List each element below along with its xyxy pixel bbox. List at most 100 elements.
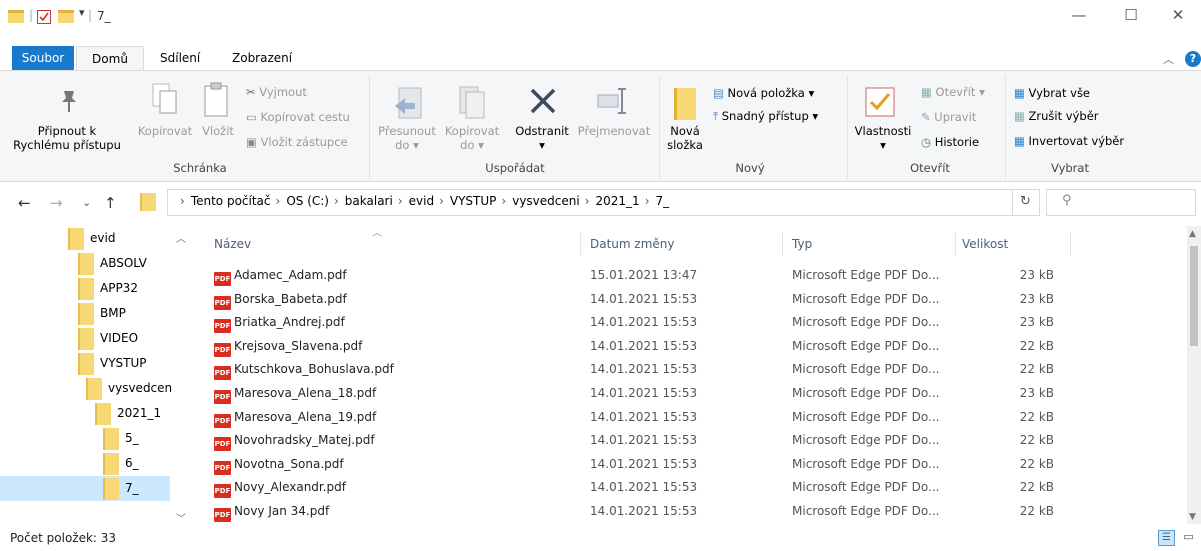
tab-soubor[interactable]: Soubor bbox=[12, 46, 74, 70]
file-name-cell: PDF Adamec_Adam.pdf bbox=[214, 263, 347, 287]
quick-access-dropdown-icon[interactable]: ▾ bbox=[79, 6, 85, 19]
nav-tree-item[interactable]: 6_ bbox=[0, 451, 170, 476]
minimize-button[interactable]: — bbox=[1056, 0, 1102, 30]
collapse-ribbon-icon[interactable]: ︿ bbox=[1163, 51, 1174, 67]
tab-domu[interactable]: Domů bbox=[76, 46, 144, 70]
nav-scroll-down-icon[interactable]: ﹀ bbox=[176, 510, 186, 525]
file-row[interactable]: PDF Adamec_Adam.pdf 15.01.2021 13:47 Micros… bbox=[210, 263, 1070, 287]
file-date: 14.01.2021 15:53 bbox=[590, 291, 698, 306]
cut-label: Vyjmout bbox=[259, 85, 307, 99]
copy-button[interactable]: Kopírovat bbox=[133, 124, 197, 138]
breadcrumb-separator-icon[interactable]: › bbox=[398, 194, 403, 208]
file-row[interactable]: PDF Borska_Babeta.pdf 14.01.2021 15:53 Micr… bbox=[210, 287, 1070, 311]
breadcrumb-item[interactable]: OS (C:) bbox=[286, 194, 329, 208]
edit-button[interactable]: ✎ Upravit bbox=[921, 108, 976, 126]
file-row[interactable]: PDF Novotna_Sona.pdf 14.01.2021 15:53 Micro… bbox=[210, 452, 1070, 476]
nav-tree-item[interactable]: 5_ bbox=[0, 426, 170, 451]
properties-quick-icon[interactable] bbox=[37, 10, 51, 24]
column-header-date[interactable]: Datum změny bbox=[590, 233, 675, 255]
column-divider[interactable] bbox=[782, 232, 783, 256]
breadcrumb-separator-icon[interactable]: › bbox=[439, 194, 444, 208]
paste-button[interactable]: Vložit bbox=[199, 124, 237, 138]
breadcrumb-item[interactable]: bakalari bbox=[345, 194, 393, 208]
column-divider[interactable] bbox=[1070, 232, 1071, 256]
back-button[interactable]: ← bbox=[18, 194, 31, 212]
history-button[interactable]: ◷ Historie bbox=[921, 133, 979, 151]
breadcrumb-item[interactable]: Tento počítač bbox=[191, 194, 271, 208]
breadcrumb-item[interactable]: 7_ bbox=[656, 194, 670, 208]
breadcrumb-separator-icon[interactable]: › bbox=[645, 194, 650, 208]
new-item-button[interactable]: ▤ Nová položka ▾ bbox=[713, 84, 814, 102]
breadcrumb-item[interactable]: evid bbox=[409, 194, 434, 208]
column-divider[interactable] bbox=[955, 232, 956, 256]
column-header-size[interactable]: Velikost bbox=[962, 233, 1008, 255]
breadcrumb-separator-icon[interactable]: › bbox=[585, 194, 590, 208]
tab-zobrazeni[interactable]: Zobrazení bbox=[224, 46, 300, 70]
breadcrumb-separator-icon[interactable]: › bbox=[501, 194, 506, 208]
file-row[interactable]: PDF Maresova_Alena_19.pdf 14.01.2021 15:53… bbox=[210, 405, 1070, 429]
file-row[interactable]: PDF Briatka_Andrej.pdf 14.01.2021 15:53 Mic… bbox=[210, 310, 1070, 334]
nav-tree-item[interactable]: vysvedcen bbox=[0, 376, 172, 401]
group-label-novy: Nový bbox=[735, 161, 765, 175]
tab-sdileni[interactable]: Sdílení bbox=[152, 46, 208, 70]
nav-tree-item[interactable]: BMP bbox=[0, 301, 170, 326]
breadcrumb-item[interactable]: vysvedceni bbox=[512, 194, 579, 208]
scroll-up-icon[interactable]: ▲ bbox=[1189, 229, 1196, 239]
easy-access-button[interactable]: ⤒ Snadný přístup ▾ bbox=[713, 107, 818, 125]
invert-selection-button[interactable]: ▦ Invertovat výběr bbox=[1014, 132, 1124, 150]
delete-icon bbox=[528, 86, 558, 119]
details-view-icon[interactable]: ☰ bbox=[1158, 530, 1175, 546]
file-name: Maresova_Alena_19.pdf bbox=[234, 409, 377, 424]
file-size: 22 kB bbox=[1019, 456, 1054, 471]
help-icon[interactable]: ? bbox=[1185, 51, 1201, 67]
nav-tree-item[interactable]: 2021_1 bbox=[0, 401, 170, 426]
open-button[interactable]: ▦ Otevřít ▾ bbox=[921, 83, 985, 101]
scrollbar-thumb[interactable] bbox=[1190, 246, 1198, 346]
folder-icon bbox=[68, 227, 84, 250]
new-folder-button[interactable]: Nová složka bbox=[662, 124, 708, 152]
rename-button[interactable]: Přejmenovat bbox=[574, 124, 654, 138]
select-all-button[interactable]: ▦ Vybrat vše bbox=[1014, 84, 1090, 102]
breadcrumb-separator-icon[interactable]: › bbox=[180, 194, 185, 208]
maximize-button[interactable]: ☐ bbox=[1108, 0, 1154, 30]
nav-scroll-up-icon[interactable]: ︿ bbox=[176, 230, 186, 245]
new-folder-quick-icon[interactable] bbox=[58, 10, 74, 23]
nav-tree-item[interactable]: APP32 bbox=[0, 276, 170, 301]
copy-path-button[interactable]: ▭ Kopírovat cestu bbox=[246, 108, 350, 126]
scroll-down-icon[interactable]: ▼ bbox=[1189, 512, 1196, 522]
select-all-label: Vybrat vše bbox=[1028, 86, 1091, 100]
breadcrumb-item[interactable]: 2021_1 bbox=[596, 194, 640, 208]
file-row[interactable]: PDF Novy Jan 34.pdf 14.01.2021 15:53 Micros… bbox=[210, 499, 1070, 523]
file-row[interactable]: PDF Kutschkova_Bohuslava.pdf 14.01.2021 15… bbox=[210, 357, 1070, 381]
file-row[interactable]: PDF Novohradsky_Matej.pdf 14.01.2021 15:53… bbox=[210, 428, 1070, 452]
copy-to-button[interactable]: Kopírovat do ▾ bbox=[440, 124, 504, 152]
forward-button[interactable]: → bbox=[50, 194, 63, 212]
column-header-type[interactable]: Typ bbox=[792, 233, 812, 255]
file-row[interactable]: PDF Novy_Alexandr.pdf 14.01.2021 15:53 Micr… bbox=[210, 475, 1070, 499]
select-none-button[interactable]: ▦ Zrušit výběr bbox=[1014, 107, 1099, 125]
delete-button[interactable]: Odstranit ▾ bbox=[510, 124, 574, 152]
up-button[interactable]: ↑ bbox=[104, 194, 117, 212]
properties-button[interactable]: Vlastnosti ▾ bbox=[850, 124, 916, 152]
breadcrumb-item[interactable]: VYSTUP bbox=[450, 194, 497, 208]
breadcrumb-separator-icon[interactable]: › bbox=[276, 194, 281, 208]
file-name: Maresova_Alena_18.pdf bbox=[234, 386, 377, 400]
pin-quick-access-button[interactable]: Připnout k Rychlému přístupu bbox=[4, 124, 130, 152]
file-row[interactable]: PDF Krejsova_Slavena.pdf 14.01.2021 15:53 M… bbox=[210, 334, 1070, 358]
recent-locations-dropdown[interactable]: ⌄ bbox=[82, 196, 91, 209]
column-header-name[interactable]: Název bbox=[214, 233, 251, 255]
cut-button[interactable]: ✂ Vyjmout bbox=[246, 83, 307, 101]
refresh-icon[interactable]: ↻ bbox=[1020, 194, 1031, 209]
column-divider[interactable] bbox=[580, 232, 581, 256]
breadcrumb-separator-icon[interactable]: › bbox=[334, 194, 339, 208]
nav-tree-item[interactable]: VYSTUP bbox=[0, 351, 170, 376]
large-icons-view-icon[interactable]: ▭ bbox=[1180, 530, 1197, 546]
file-row[interactable]: PDF Maresova_Alena_18.pdf 14.01.2021 15:53… bbox=[210, 381, 1070, 405]
paste-shortcut-button[interactable]: ▣ Vložit zástupce bbox=[246, 133, 348, 151]
nav-tree-item[interactable]: 7_ bbox=[0, 476, 170, 501]
nav-tree-item[interactable]: evid bbox=[0, 226, 170, 251]
nav-tree-item[interactable]: VIDEO bbox=[0, 326, 170, 351]
move-to-button[interactable]: Přesunout do ▾ bbox=[374, 124, 440, 152]
nav-tree-item[interactable]: ABSOLV bbox=[0, 251, 170, 276]
close-button[interactable]: ✕ bbox=[1155, 0, 1201, 30]
